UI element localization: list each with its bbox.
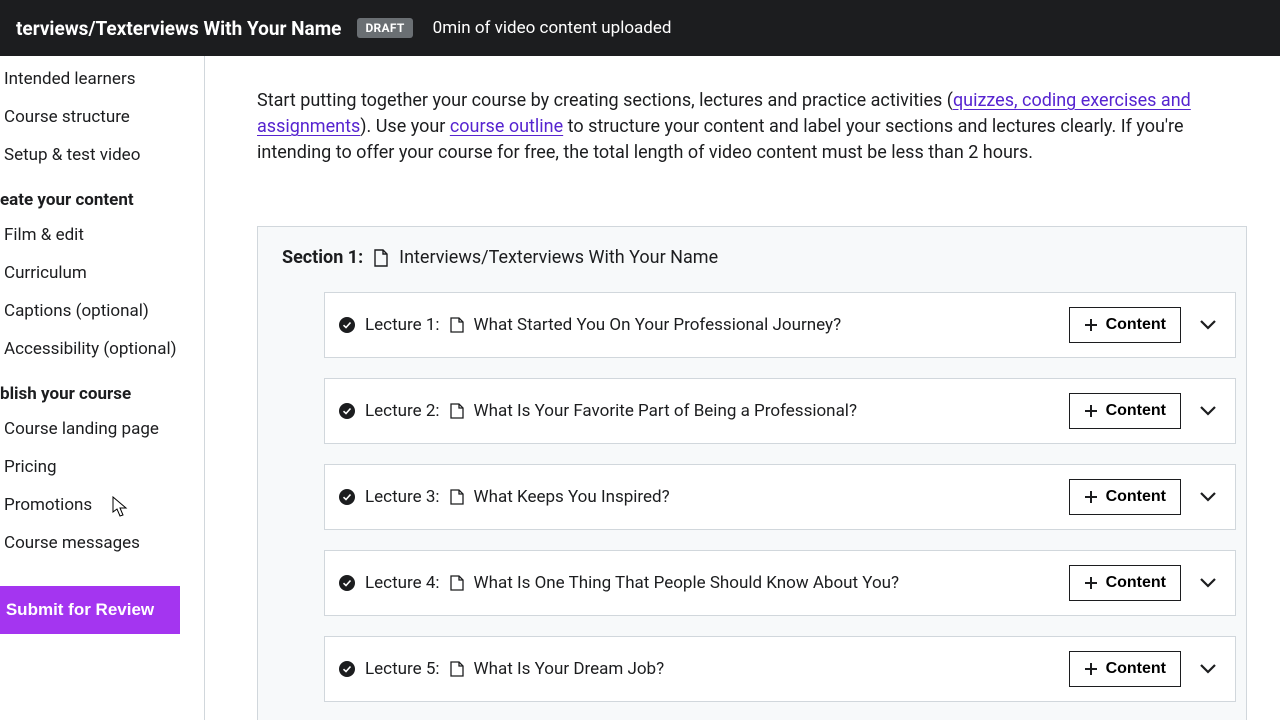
sidebar-item-intended-learners[interactable]: Intended learners — [0, 60, 204, 98]
add-content-button[interactable]: Content — [1069, 565, 1181, 601]
sidebar-item-setup-test-video[interactable]: Setup & test video — [0, 136, 204, 174]
chevron-down-icon — [1199, 663, 1217, 675]
intro-paragraph: Start putting together your course by cr… — [257, 88, 1237, 166]
course-outline-link[interactable]: course outline — [450, 116, 563, 137]
section-label: Section 1: — [282, 247, 363, 268]
upload-status: 0min of video content uploaded — [433, 18, 672, 38]
top-bar: terviews/Texterviews With Your Name DRAF… — [0, 0, 1280, 56]
expand-button[interactable] — [1195, 315, 1221, 335]
expand-button[interactable] — [1195, 487, 1221, 507]
lecture-title: What Keeps You Inspired? — [474, 487, 670, 507]
check-circle-icon — [339, 575, 355, 591]
plus-icon — [1084, 490, 1098, 504]
plus-icon — [1084, 404, 1098, 418]
lecture-title: What Is One Thing That People Should Kno… — [474, 573, 900, 593]
section-title: Interviews/Texterviews With Your Name — [399, 247, 718, 268]
lecture-title: What Is Your Favorite Part of Being a Pr… — [474, 401, 857, 421]
document-icon — [450, 317, 464, 333]
intro-text: Start putting together your course by cr… — [257, 90, 953, 111]
lecture-row[interactable]: Lecture 2: What Is Your Favorite Part of… — [324, 378, 1236, 444]
intro-text: ). Use your — [360, 116, 450, 137]
plus-icon — [1084, 662, 1098, 676]
add-content-button[interactable]: Content — [1069, 307, 1181, 343]
content-button-label: Content — [1106, 660, 1166, 678]
sidebar-item-accessibility[interactable]: Accessibility (optional) — [0, 330, 204, 368]
check-circle-icon — [339, 403, 355, 419]
add-content-button[interactable]: Content — [1069, 651, 1181, 687]
section-box: Section 1: Interviews/Texterviews With Y… — [257, 226, 1247, 720]
plus-icon — [1084, 576, 1098, 590]
section-header: Section 1: Interviews/Texterviews With Y… — [258, 227, 1246, 292]
check-circle-icon — [339, 317, 355, 333]
sidebar-heading-publish-course: blish your course — [0, 368, 204, 410]
sidebar-item-course-messages[interactable]: Course messages — [0, 524, 204, 562]
lecture-label: Lecture 1: — [365, 315, 440, 335]
sidebar-item-landing-page[interactable]: Course landing page — [0, 410, 204, 448]
course-title: terviews/Texterviews With Your Name — [16, 17, 341, 40]
sidebar-item-curriculum[interactable]: Curriculum — [0, 254, 204, 292]
content-button-label: Content — [1106, 488, 1166, 506]
document-icon — [450, 575, 464, 591]
sidebar-heading-create-content: eate your content — [0, 174, 204, 216]
lecture-row[interactable]: Lecture 1: What Started You On Your Prof… — [324, 292, 1236, 358]
draft-badge: DRAFT — [357, 18, 412, 38]
lectures-list: Lecture 1: What Started You On Your Prof… — [258, 292, 1246, 720]
sidebar-item-pricing[interactable]: Pricing — [0, 448, 204, 486]
sidebar-item-promotions[interactable]: Promotions — [0, 486, 204, 524]
document-icon — [373, 249, 389, 267]
lecture-row[interactable]: Lecture 5: What Is Your Dream Job? Conte… — [324, 636, 1236, 702]
add-content-button[interactable]: Content — [1069, 479, 1181, 515]
document-icon — [450, 661, 464, 677]
sidebar-item-captions[interactable]: Captions (optional) — [0, 292, 204, 330]
check-circle-icon — [339, 661, 355, 677]
plus-icon — [1084, 318, 1098, 332]
lecture-row[interactable]: Lecture 3: What Keeps You Inspired? Cont… — [324, 464, 1236, 530]
document-icon — [450, 403, 464, 419]
lecture-label: Lecture 4: — [365, 573, 440, 593]
lecture-label: Lecture 3: — [365, 487, 440, 507]
sidebar: Intended learners Course structure Setup… — [0, 56, 205, 720]
chevron-down-icon — [1199, 491, 1217, 503]
chevron-down-icon — [1199, 405, 1217, 417]
expand-button[interactable] — [1195, 401, 1221, 421]
lecture-title: What Started You On Your Professional Jo… — [474, 315, 842, 335]
main-content: Start putting together your course by cr… — [205, 56, 1280, 720]
sidebar-item-course-structure[interactable]: Course structure — [0, 98, 204, 136]
chevron-down-icon — [1199, 319, 1217, 331]
lecture-row[interactable]: Lecture 4: What Is One Thing That People… — [324, 550, 1236, 616]
submit-for-review-button[interactable]: Submit for Review — [0, 586, 180, 634]
add-content-button[interactable]: Content — [1069, 393, 1181, 429]
expand-button[interactable] — [1195, 659, 1221, 679]
check-circle-icon — [339, 489, 355, 505]
document-icon — [450, 489, 464, 505]
expand-button[interactable] — [1195, 573, 1221, 593]
content-button-label: Content — [1106, 574, 1166, 592]
chevron-down-icon — [1199, 577, 1217, 589]
lecture-label: Lecture 5: — [365, 659, 440, 679]
content-button-label: Content — [1106, 316, 1166, 334]
lecture-title: What Is Your Dream Job? — [474, 659, 665, 679]
lecture-label: Lecture 2: — [365, 401, 440, 421]
sidebar-item-film-edit[interactable]: Film & edit — [0, 216, 204, 254]
content-button-label: Content — [1106, 402, 1166, 420]
